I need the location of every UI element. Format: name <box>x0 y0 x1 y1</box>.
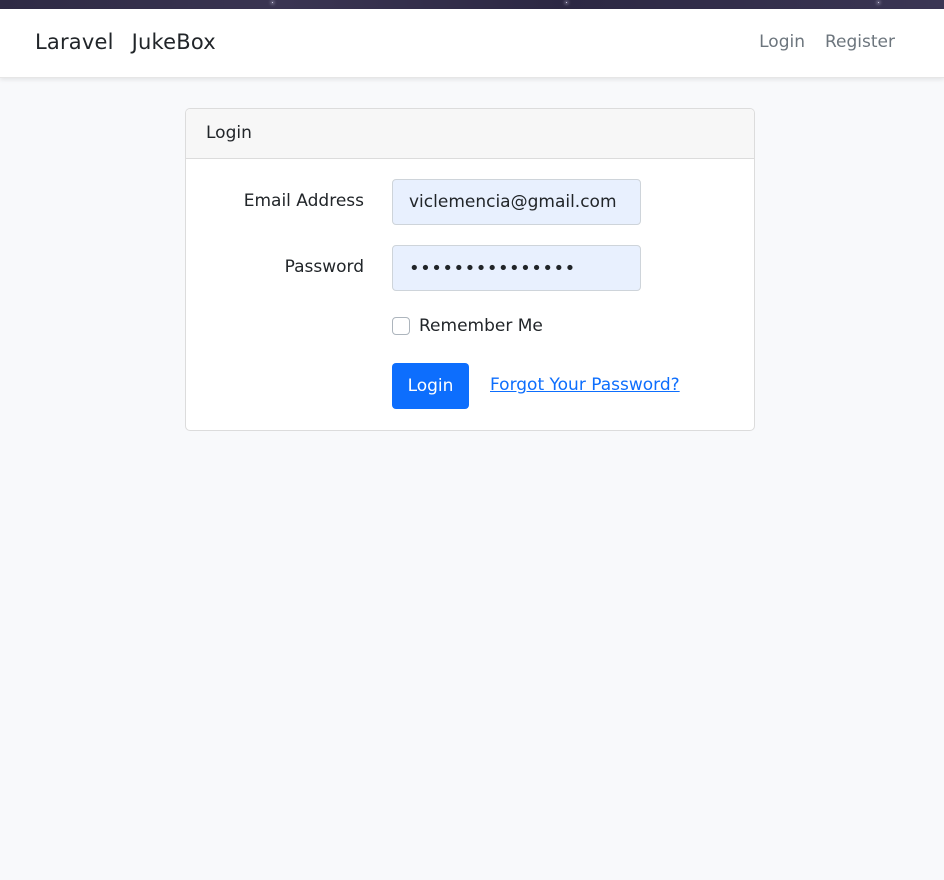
remember-me-label[interactable]: Remember Me <box>419 316 543 336</box>
sparkle-decoration <box>878 2 879 3</box>
forgot-password-link[interactable]: Forgot Your Password? <box>490 375 680 395</box>
navbar: Laravel JukeBox Login Register <box>0 9 944 78</box>
remember-me-row[interactable]: Remember Me <box>392 316 543 336</box>
remember-me-checkbox[interactable] <box>392 317 410 335</box>
password-label: Password <box>284 257 364 277</box>
nav-register-link[interactable]: Register <box>825 32 895 52</box>
brand-part1: Laravel <box>35 30 114 54</box>
nav-links: Login Register <box>759 32 895 52</box>
top-banner-strip <box>0 0 944 9</box>
email-label: Email Address <box>243 191 364 211</box>
sparkle-decoration <box>566 2 567 3</box>
brand-part2: JukeBox <box>131 30 216 54</box>
password-input[interactable]: ••••••••••••••• <box>392 245 641 291</box>
login-card: Login Email Address viclemencia@gmail.co… <box>185 108 755 431</box>
login-submit-button[interactable]: Login <box>392 363 469 409</box>
card-header: Login <box>186 109 754 159</box>
sparkle-decoration <box>272 2 273 3</box>
nav-login-link[interactable]: Login <box>759 32 805 52</box>
brand-link[interactable]: Laravel JukeBox <box>35 30 234 54</box>
email-input[interactable]: viclemencia@gmail.com <box>392 179 641 225</box>
